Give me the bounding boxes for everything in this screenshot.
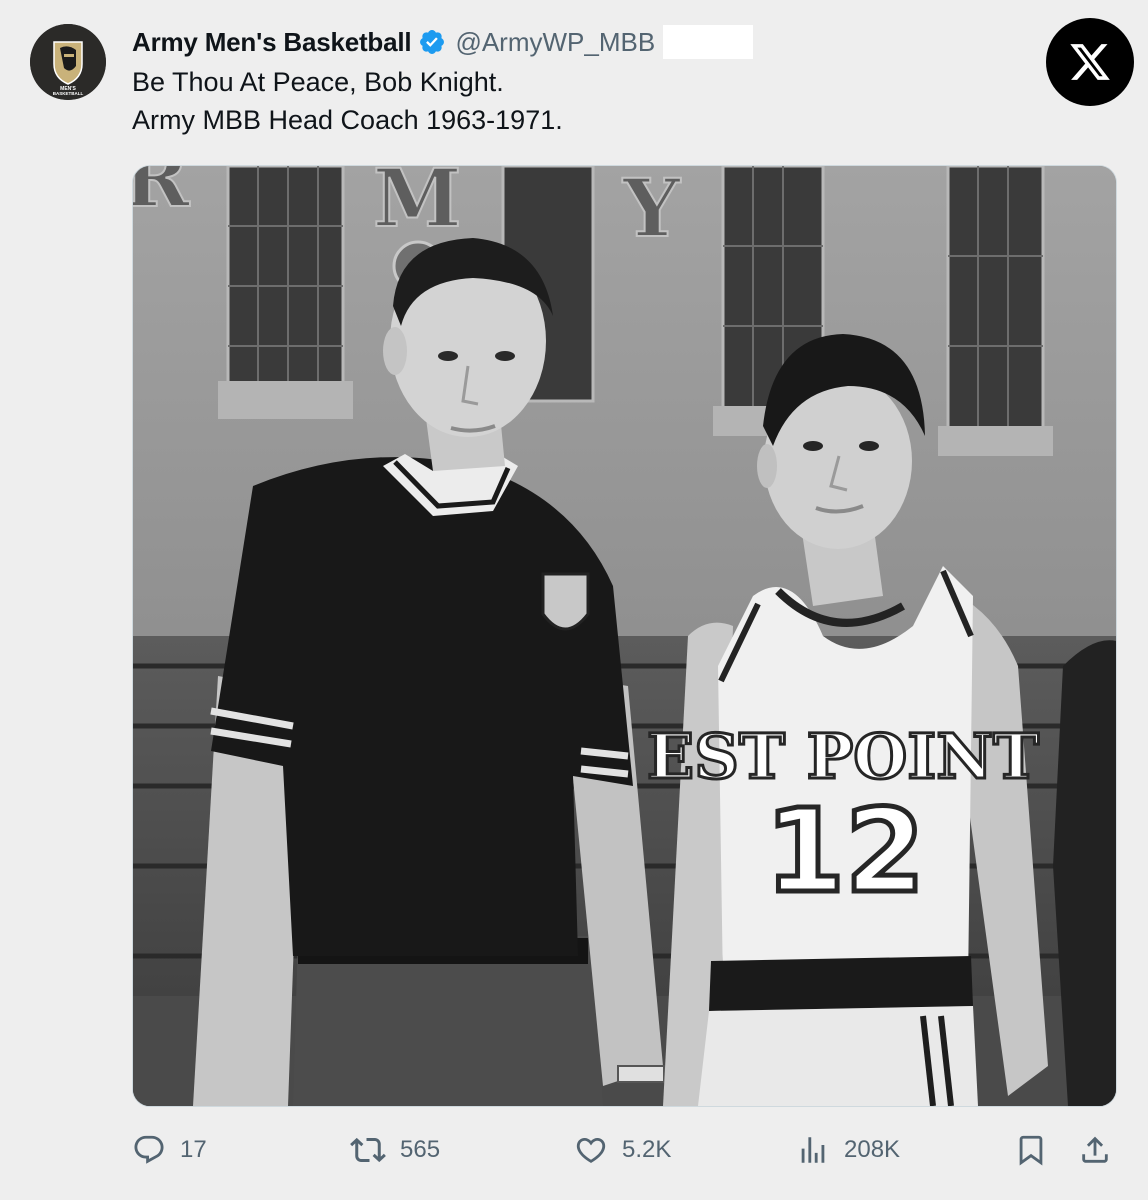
army-knight-logo-icon: MEN'S BASKETBALL bbox=[30, 24, 106, 100]
views-count: 208K bbox=[844, 1136, 901, 1163]
jersey-text: EST POINT bbox=[647, 720, 1039, 793]
tweet-photo[interactable]: R M Y bbox=[132, 165, 1117, 1107]
reply-icon bbox=[134, 1135, 164, 1164]
share-icon bbox=[1082, 1136, 1108, 1163]
tweet-header: Army Men's Basketball @ArmyWP_MBB bbox=[132, 24, 754, 60]
bookmark-button[interactable] bbox=[1014, 1128, 1048, 1172]
display-name[interactable]: Army Men's Basketball bbox=[132, 27, 412, 58]
wall-letter: M bbox=[373, 166, 462, 245]
views-button[interactable]: 208K bbox=[796, 1128, 900, 1172]
profile-avatar[interactable]: MEN'S BASKETBALL bbox=[30, 24, 106, 100]
photo-coach-and-player: R M Y bbox=[133, 166, 1116, 1106]
tweet-text-line: Be Thou At Peace, Bob Knight. bbox=[132, 67, 504, 97]
tweet-card: MEN'S BASKETBALL Army Men's Basketball @… bbox=[0, 0, 1148, 1200]
user-handle[interactable]: @ArmyWP_MBB bbox=[455, 27, 655, 58]
retweet-icon bbox=[350, 1137, 386, 1163]
heart-icon bbox=[576, 1137, 606, 1163]
reply-count: 17 bbox=[180, 1136, 207, 1163]
like-count: 5.2K bbox=[622, 1136, 672, 1163]
tweet-text: Be Thou At Peace, Bob Knight. Army MBB H… bbox=[132, 63, 563, 139]
wall-letter: R bbox=[133, 166, 190, 225]
reply-button[interactable]: 17 bbox=[132, 1128, 207, 1172]
like-button[interactable]: 5.2K bbox=[574, 1128, 671, 1172]
redacted-area bbox=[663, 25, 754, 59]
verified-badge-icon bbox=[418, 28, 446, 56]
retweet-count: 565 bbox=[400, 1136, 441, 1163]
avatar-caption-line2: BASKETBALL bbox=[53, 91, 84, 96]
wall-letter: Y bbox=[622, 166, 681, 255]
x-logo-icon[interactable] bbox=[1046, 18, 1134, 106]
retweet-button[interactable]: 565 bbox=[350, 1128, 440, 1172]
tweet-text-line: Army MBB Head Coach 1963-1971. bbox=[132, 105, 563, 135]
bookmark-icon bbox=[1019, 1135, 1043, 1166]
tweet-action-bar: 17 565 5.2K 208K bbox=[132, 1128, 1122, 1172]
jersey-number: 12 bbox=[765, 785, 925, 919]
share-button[interactable] bbox=[1078, 1128, 1112, 1172]
views-chart-icon bbox=[801, 1137, 825, 1163]
